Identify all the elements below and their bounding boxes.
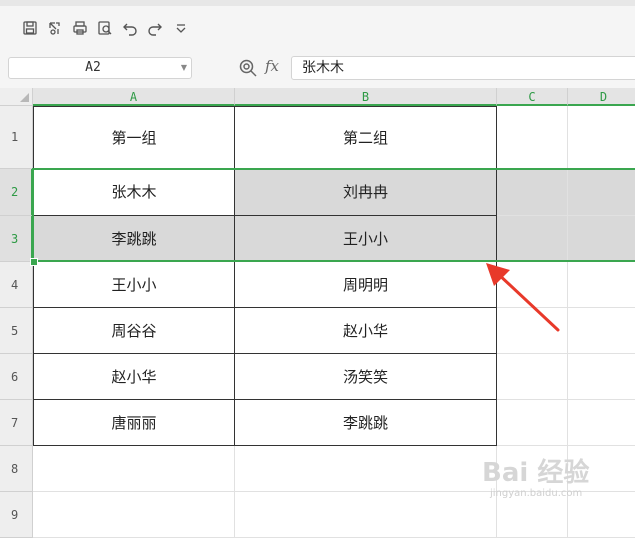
row-header-5[interactable]: 5 xyxy=(0,308,33,354)
column-header-a[interactable]: A xyxy=(33,88,235,106)
row-header-3[interactable]: 3 xyxy=(0,216,33,262)
print-preview-icon[interactable] xyxy=(97,20,113,36)
row-header-9[interactable]: 9 xyxy=(0,492,33,538)
column-header-d[interactable]: D xyxy=(568,88,635,106)
cell-b8[interactable] xyxy=(235,446,497,492)
watermark-url: jingyan.baidu.com xyxy=(490,488,583,499)
cell-b1[interactable]: 第二组 xyxy=(235,106,497,169)
cell-a9[interactable] xyxy=(33,492,235,538)
row-header-2[interactable]: 2 xyxy=(0,169,33,216)
cell-c7[interactable] xyxy=(497,400,568,446)
formula-bar: A2 ▼ fx 张木木 xyxy=(0,44,635,88)
cell-a8[interactable] xyxy=(33,446,235,492)
cell-b9[interactable] xyxy=(235,492,497,538)
row-header-7[interactable]: 7 xyxy=(0,400,33,446)
select-all-corner[interactable] xyxy=(0,88,33,106)
save-icon[interactable] xyxy=(22,20,38,36)
cell-d6[interactable] xyxy=(568,354,635,400)
redo-icon[interactable] xyxy=(147,20,163,36)
cell-c6[interactable] xyxy=(497,354,568,400)
cell-c2[interactable] xyxy=(497,169,568,216)
cell-a1[interactable]: 第一组 xyxy=(33,106,235,169)
chevron-down-icon[interactable]: ▼ xyxy=(179,63,189,73)
column-header-b[interactable]: B xyxy=(235,88,497,106)
customize-dropdown-icon[interactable] xyxy=(173,20,189,36)
cell-a7[interactable]: 唐丽丽 xyxy=(33,400,235,446)
cell-a4[interactable]: 王小小 xyxy=(33,262,235,308)
row-header-6[interactable]: 6 xyxy=(0,354,33,400)
cell-d1[interactable] xyxy=(568,106,635,169)
print-icon[interactable] xyxy=(72,20,88,36)
baidu-jingyan-watermark: Bai 经验 jingyan.baidu.com xyxy=(482,448,632,508)
formula-input[interactable]: 张木木 xyxy=(291,56,635,80)
cell-d2[interactable] xyxy=(568,169,635,216)
cell-c1[interactable] xyxy=(497,106,568,169)
name-box-value: A2 xyxy=(85,60,101,75)
quick-access-toolbar xyxy=(0,6,635,44)
cell-b6[interactable]: 汤笑笑 xyxy=(235,354,497,400)
fill-handle[interactable] xyxy=(30,258,38,266)
name-box[interactable]: A2 ▼ xyxy=(8,57,192,79)
share-icon[interactable] xyxy=(47,20,63,36)
cell-b5[interactable]: 赵小华 xyxy=(235,308,497,354)
cell-b7[interactable]: 李跳跳 xyxy=(235,400,497,446)
cell-a2[interactable]: 张木木 xyxy=(33,169,235,216)
cell-b2[interactable]: 刘冉冉 xyxy=(235,169,497,216)
fx-icon[interactable]: fx xyxy=(265,57,279,75)
zoom-icon[interactable] xyxy=(238,58,258,78)
row-header-4[interactable]: 4 xyxy=(0,262,33,308)
watermark-text: Bai 经验 xyxy=(482,458,590,488)
cell-a5[interactable]: 周谷谷 xyxy=(33,308,235,354)
undo-icon[interactable] xyxy=(122,20,138,36)
cell-a3[interactable]: 李跳跳 xyxy=(33,216,235,262)
cell-a6[interactable]: 赵小华 xyxy=(33,354,235,400)
column-header-c[interactable]: C xyxy=(497,88,568,106)
cell-d7[interactable] xyxy=(568,400,635,446)
row-header-8[interactable]: 8 xyxy=(0,446,33,492)
red-annotation-arrow xyxy=(486,263,560,332)
cell-b4[interactable]: 周明明 xyxy=(235,262,497,308)
row-header-1[interactable]: 1 xyxy=(0,106,33,169)
cell-b3[interactable]: 王小小 xyxy=(235,216,497,262)
